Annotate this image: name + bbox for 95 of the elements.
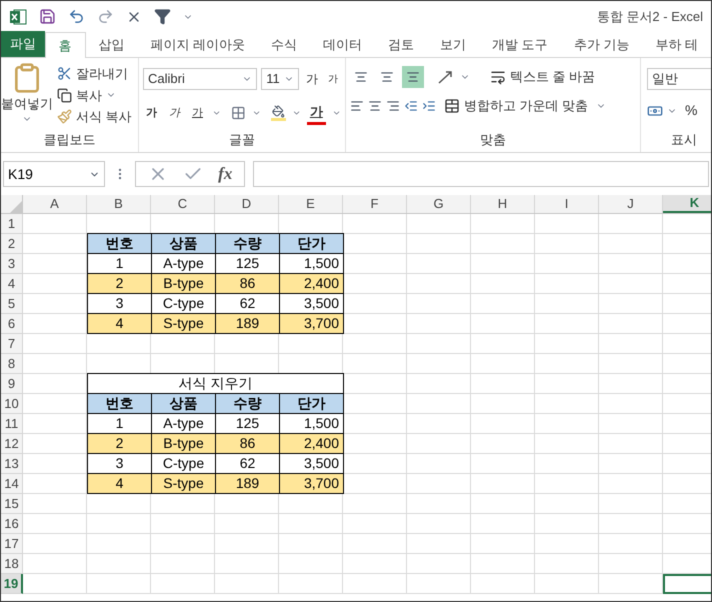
formula-input-field[interactable] <box>253 161 709 187</box>
column-header[interactable]: G <box>407 195 471 213</box>
wrap-text-button[interactable]: 텍스트 줄 바꿈 <box>486 67 600 87</box>
row-header[interactable]: 2 <box>1 234 23 254</box>
merge-cells-icon <box>444 98 460 114</box>
align-lines-icon <box>354 70 368 84</box>
group-label: 클립보드 <box>42 131 96 149</box>
row-header[interactable]: 11 <box>1 414 23 434</box>
ribbon-tab[interactable]: 검토 <box>375 32 428 57</box>
copy-icon <box>57 88 72 103</box>
wrap-text-icon <box>490 69 506 85</box>
active-cell[interactable] <box>663 574 711 594</box>
ribbon-tab[interactable]: 보기 <box>427 32 480 57</box>
fill-color-icon[interactable] <box>271 105 286 122</box>
ribbon-tab[interactable]: 추가 기능 <box>560 32 642 57</box>
row-header[interactable]: 17 <box>1 534 23 554</box>
align-right-icon[interactable] <box>386 98 400 113</box>
italic-button[interactable]: 가 <box>166 105 183 122</box>
row-header[interactable]: 1 <box>1 214 23 234</box>
table-cell[interactable]: 4 <box>88 473 152 494</box>
increase-indent-icon[interactable] <box>422 98 436 113</box>
column-header[interactable]: B <box>87 195 151 213</box>
cut-button[interactable]: 잘라내기 <box>53 64 136 84</box>
table-cell[interactable]: 189 <box>216 313 280 334</box>
column-header[interactable]: C <box>151 195 215 213</box>
column-header[interactable]: H <box>471 195 535 213</box>
row-header[interactable]: 6 <box>1 314 23 334</box>
row-header[interactable]: 19 <box>1 574 23 594</box>
row-header[interactable]: 14 <box>1 474 23 494</box>
row-header[interactable]: 13 <box>1 454 23 474</box>
table-cell[interactable]: 189 <box>216 473 280 494</box>
row-header[interactable]: 12 <box>1 434 23 454</box>
row-header[interactable]: 9 <box>1 374 23 394</box>
row-header[interactable]: 4 <box>1 274 23 294</box>
column-header[interactable]: I <box>535 195 599 213</box>
ribbon-tab[interactable]: 페이지 레이아웃 <box>138 32 258 57</box>
paste-button[interactable]: 붙여넣기 <box>1 62 53 130</box>
table-cell[interactable]: 3,700 <box>280 313 344 334</box>
spreadsheet-app-icon[interactable] <box>9 8 27 26</box>
insert-function-button[interactable]: fx <box>218 161 232 187</box>
window-title: 통합 문서2 - Excel <box>596 8 703 26</box>
row-header[interactable]: 5 <box>1 294 23 314</box>
number-format-field[interactable]: 일반 <box>647 68 711 90</box>
filter-icon[interactable] <box>154 8 171 25</box>
row-header[interactable]: 18 <box>1 554 23 574</box>
brush-icon <box>57 109 72 124</box>
undo-icon[interactable] <box>68 8 85 25</box>
column-header[interactable]: D <box>215 195 279 213</box>
ribbon-tab[interactable]: 홈 <box>44 32 86 58</box>
ribbon-tab[interactable]: 개발 도구 <box>479 32 561 57</box>
scissors-icon <box>57 66 72 82</box>
align-center-icon[interactable] <box>368 98 382 113</box>
align-left-icon[interactable] <box>350 98 364 113</box>
decrease-indent-icon[interactable] <box>404 98 418 113</box>
row-header[interactable]: 16 <box>1 514 23 534</box>
column-header[interactable]: E <box>279 195 343 213</box>
row-header[interactable]: 8 <box>1 354 23 374</box>
row-header[interactable]: 15 <box>1 494 23 514</box>
ribbon-tab[interactable]: 데이터 <box>310 32 376 57</box>
font-name-field[interactable]: Calibri <box>143 68 258 90</box>
merged-title-cell[interactable]: 서식 지우기 <box>87 373 344 394</box>
percent-button[interactable]: % <box>681 100 702 121</box>
font-size-field[interactable]: 11 <box>261 68 299 90</box>
group-label: 글꼴 <box>228 131 256 149</box>
column-header[interactable]: A <box>23 195 87 213</box>
copy-button[interactable]: 복사 <box>53 86 136 105</box>
ribbon-tab[interactable]: 수식 <box>258 32 310 57</box>
save-icon[interactable] <box>39 8 56 25</box>
row-header[interactable]: 10 <box>1 394 23 414</box>
column-header[interactable]: K <box>663 195 711 213</box>
bold-button[interactable]: 가 <box>143 105 160 122</box>
ribbon-tab[interactable]: 부하 테 <box>642 32 711 57</box>
format-painter-button[interactable]: 서식 복사 <box>53 107 136 126</box>
file-tab[interactable]: 파일 <box>1 31 44 57</box>
row-header[interactable]: 7 <box>1 334 23 354</box>
redo-icon[interactable] <box>97 8 114 25</box>
align-lines-icon <box>380 70 394 84</box>
table-cell[interactable]: 4 <box>88 313 152 334</box>
align-lines-icon <box>406 70 420 84</box>
vertical-align-button[interactable] <box>402 66 424 88</box>
font-color-button[interactable]: 가 <box>306 102 326 124</box>
column-header[interactable]: F <box>343 195 407 213</box>
name-box[interactable]: K19 <box>3 161 105 187</box>
grow-font-button[interactable]: 가 <box>303 70 321 88</box>
group-label: 맞춤 <box>479 131 507 149</box>
table-cell[interactable]: 3,700 <box>280 473 344 494</box>
ribbon-tab[interactable]: 삽입 <box>86 32 138 57</box>
borders-icon[interactable] <box>231 105 246 122</box>
table-cell[interactable]: S-type <box>152 473 216 494</box>
underline-button[interactable]: 가 <box>189 105 206 122</box>
merge-center-button[interactable]: 병합하고 가운데 맞춤 <box>440 96 592 116</box>
row-header[interactable]: 3 <box>1 254 23 274</box>
table-cell[interactable]: S-type <box>152 313 216 334</box>
group-label: 표시 <box>670 131 698 149</box>
shrink-font-button[interactable]: 가 <box>325 72 341 86</box>
